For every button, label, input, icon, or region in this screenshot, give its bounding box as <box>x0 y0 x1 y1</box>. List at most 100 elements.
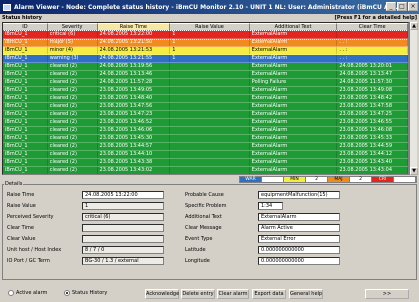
table-row[interactable]: iBmCU_1 cleared (2) 23.08.2005 13:48:40 Ext… <box>3 95 408 103</box>
column-header-id[interactable]: ID <box>3 23 48 30</box>
cell-id: iBmCU_1 <box>3 119 48 126</box>
cell-additional-text: ExternalAlarm <box>250 103 338 110</box>
event-type-field: External Error <box>258 235 340 243</box>
cell-severity: minor (4) <box>48 47 98 54</box>
cell-clear-time: . . : <box>337 55 408 62</box>
cell-raise-time: 24.08.2005 11:57:28 <box>98 79 171 86</box>
export-data-button[interactable]: Export data <box>252 289 286 299</box>
legend-swatch: 2 <box>350 177 372 182</box>
table-row[interactable]: iBmCU_1 cleared (2) 23.08.2005 13:43:02 Ext… <box>3 167 408 174</box>
cell-raise-value <box>170 103 250 110</box>
radio-off-icon <box>8 290 14 296</box>
table-row[interactable]: iBmCU_1 cleared (2) 24.08.2005 13:19:56 Ext… <box>3 63 408 71</box>
cell-raise-value <box>170 135 250 142</box>
clear-alarm-button[interactable]: Clear alarm <box>217 289 249 299</box>
cell-id: iBmCU_1 <box>3 143 48 150</box>
cell-raise-value <box>170 111 250 118</box>
cell-additional-text: ExternalAlarm <box>250 127 338 134</box>
cell-raise-time: 23.08.2005 13:46:52 <box>98 119 171 126</box>
cell-severity: cleared (2) <box>48 111 98 118</box>
perceived-severity-field: critical (6) <box>82 213 164 221</box>
table-row[interactable]: iBmCU_1 cleared (2) 24.08.2005 11:57:28 Pol… <box>3 79 408 87</box>
maximize-button[interactable]: □ <box>397 2 407 11</box>
cell-id: iBmCU_1 <box>3 159 48 166</box>
minimize-button[interactable]: _ <box>386 2 396 11</box>
column-header-additional-text[interactable]: Additional Text <box>249 23 338 30</box>
scroll-up-icon[interactable]: ▲ <box>410 22 418 30</box>
status-history-radio-label: Status History <box>72 290 108 296</box>
title-bar: Alarm Viewer - Node: Complete status his… <box>0 0 419 14</box>
cell-raise-time: 24.08.2005 13:13:46 <box>98 71 171 78</box>
table-header: ID Severity Raise Time Raise Value Addit… <box>3 23 408 31</box>
app-icon <box>3 3 11 11</box>
cell-raise-value <box>170 151 250 158</box>
clear-message-field: Alarm Active <box>258 224 340 232</box>
active-alarm-radio[interactable]: Active alarm <box>8 290 47 296</box>
specific-problem-label: Specific Problem <box>185 203 227 209</box>
details-label: Details <box>4 181 24 187</box>
cell-raise-value <box>170 79 250 86</box>
status-history-radio[interactable]: Status History <box>64 290 107 296</box>
cell-clear-time: 23.08.2005 13:43:40 <box>337 159 408 166</box>
cell-id: iBmCU_1 <box>3 87 48 94</box>
cell-raise-value: 1 <box>170 31 250 38</box>
general-help-button[interactable]: General help <box>289 289 323 299</box>
cell-raise-time: 23.08.2005 13:44:57 <box>98 143 171 150</box>
cell-additional-text: ExternalAlarm <box>250 119 338 126</box>
cell-raise-time: 23.08.2005 13:47:23 <box>98 111 171 118</box>
cell-severity: cleared (2) <box>48 119 98 126</box>
cell-id: iBmCU_1 <box>3 135 48 142</box>
cell-additional-text: ExternalAlarm <box>250 135 338 142</box>
vertical-scrollbar[interactable]: ▲ ▼ <box>409 22 418 175</box>
table-row[interactable]: iBmCU_1 warning (3) 24.08.2005 13:21:55 1 Ex… <box>3 55 408 63</box>
acknowledge-button[interactable]: Acknowledge <box>145 289 179 299</box>
table-row[interactable]: iBmCU_1 cleared (2) 23.08.2005 13:45:30 Ext… <box>3 135 408 143</box>
cell-raise-time: 23.08.2005 13:45:30 <box>98 135 171 142</box>
close-button[interactable]: × <box>408 2 418 11</box>
cell-severity: cleared (2) <box>48 79 98 86</box>
bottom-bar: Active alarm Status History Acknowledge … <box>0 284 419 302</box>
raise-value-field: 1 <box>82 202 164 210</box>
table-row[interactable]: iBmCU_1 cleared (2) 23.08.2005 13:46:06 Ext… <box>3 127 408 135</box>
table-row[interactable]: iBmCU_1 cleared (2) 23.08.2005 13:47:23 Ext… <box>3 111 408 119</box>
delete-entry-button[interactable]: Delete entry <box>181 289 215 299</box>
cell-id: iBmCU_1 <box>3 79 48 86</box>
cell-severity: warning (3) <box>48 55 98 62</box>
scroll-down-icon[interactable]: ▼ <box>410 167 418 175</box>
table-row[interactable]: iBmCU_1 cleared (2) 23.08.2005 13:44:57 Ext… <box>3 143 408 151</box>
table-row[interactable]: iBmCU_1 cleared (2) 23.08.2005 13:47:56 Ext… <box>3 103 408 111</box>
cell-additional-text: ExternalAlarm <box>250 151 338 158</box>
status-history-header: Status history [Press F1 for a detailed … <box>0 14 419 21</box>
column-header-clear-time[interactable]: Clear Time <box>337 23 408 30</box>
cell-additional-text: ExternalAlarm <box>250 111 338 118</box>
legend-swatch: CRI <box>372 177 394 182</box>
table-row[interactable]: iBmCU_1 cleared (2) 23.08.2005 13:49:05 Ext… <box>3 87 408 95</box>
cell-id: iBmCU_1 <box>3 127 48 134</box>
column-header-raise-value[interactable]: Raise Value <box>170 23 250 30</box>
table-row[interactable]: iBmCU_1 cleared (2) 23.08.2005 13:44:10 Ext… <box>3 151 408 159</box>
cell-clear-time: 24.08.2005 13:13:47 <box>337 71 408 78</box>
table-row[interactable]: iBmCU_1 cleared (2) 24.08.2005 13:13:46 Ext… <box>3 71 408 79</box>
table-row[interactable]: iBmCU_1 cleared (2) 23.08.2005 13:43:38 Ext… <box>3 159 408 167</box>
cell-clear-time: 23.08.2005 13:43:04 <box>337 167 408 174</box>
cell-additional-text: ExternalAlarm <box>250 39 338 46</box>
cell-clear-time <box>337 31 408 38</box>
close-details-button[interactable]: >> <box>365 289 409 299</box>
cell-raise-time: 23.08.2005 13:46:06 <box>98 127 171 134</box>
cell-raise-value <box>170 119 250 126</box>
cell-severity: cleared (2) <box>48 87 98 94</box>
column-header-severity[interactable]: Severity <box>47 23 98 30</box>
table-row[interactable]: iBmCU_1 cleared (2) 23.08.2005 13:46:52 Ext… <box>3 119 408 127</box>
legend-swatch: MAJ <box>328 177 350 182</box>
longitude-field: 0.000000000000 <box>258 257 340 265</box>
cell-additional-text: ExternalAlarm <box>250 87 338 94</box>
cell-clear-time: 23.08.2005 13:49:08 <box>337 87 408 94</box>
specific-problem-field: 1:34 <box>258 202 283 210</box>
column-header-raise-time[interactable]: Raise Time <box>97 23 171 30</box>
table-row[interactable]: iBmCU_1 minor (4) 24.08.2005 13:21:53 1 Exte… <box>3 47 408 55</box>
legend-swatch: 2 <box>306 177 328 182</box>
table-row[interactable]: iBmCU_1 major (5) 24.08.2005 13:21:50 1 Exte… <box>3 39 408 47</box>
table-row[interactable]: iBmCU_1 critical (6) 24.08.2005 13:22:00 1 E… <box>3 30 408 40</box>
longitude-label: Longitude <box>185 258 210 264</box>
cell-additional-text: Polling Failure <box>250 79 338 86</box>
